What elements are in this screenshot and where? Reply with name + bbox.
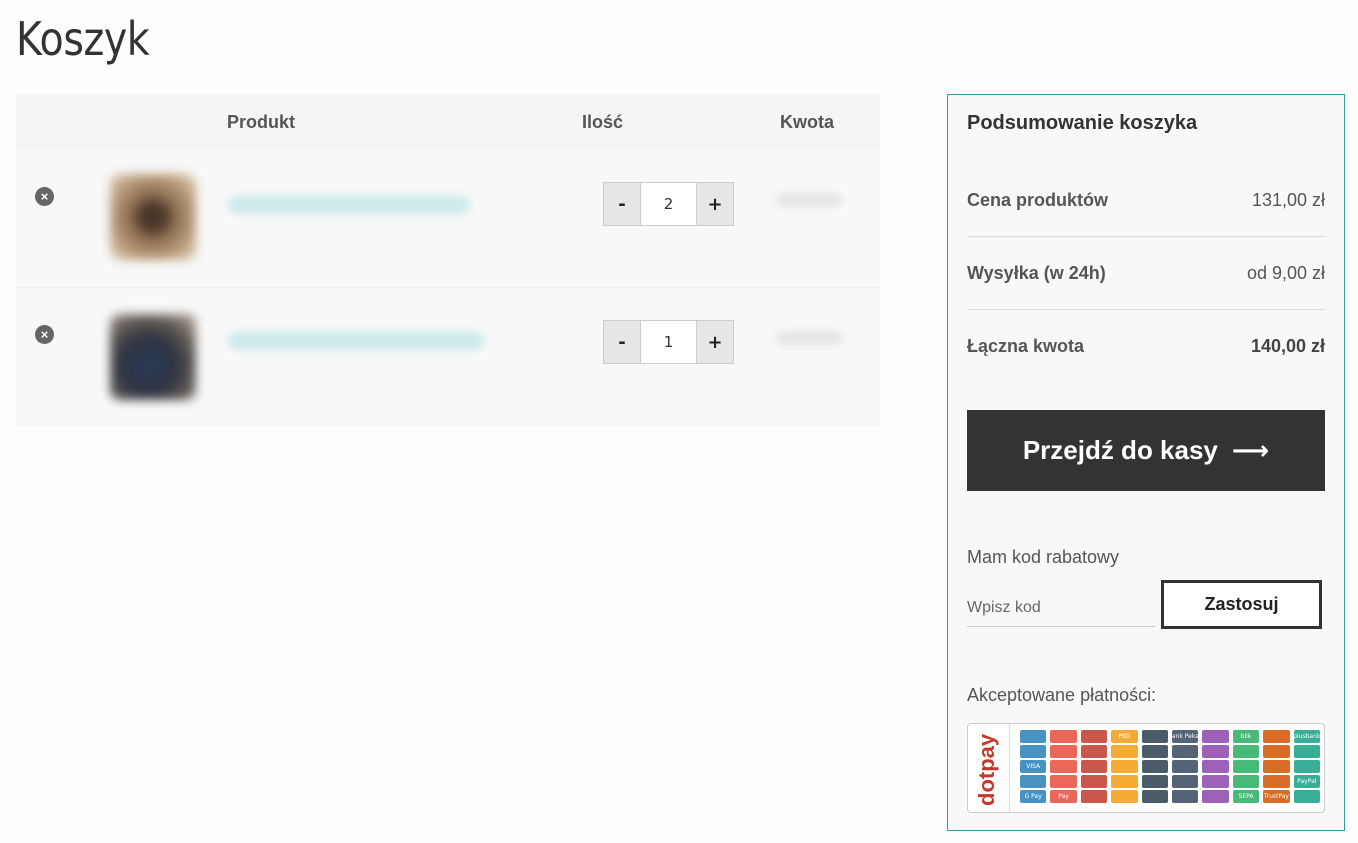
payment-logo: [1171, 790, 1199, 803]
coupon-label: Mam kod rabatowy: [967, 547, 1120, 567]
payment-logo: [1141, 760, 1168, 773]
payment-logo: [1050, 760, 1077, 773]
quantity-decrease-button[interactable]: -: [604, 183, 640, 225]
payment-logo: [1263, 775, 1290, 788]
quantity-increase-button[interactable]: +: [697, 183, 733, 225]
summary-label: Łączna kwota: [967, 336, 1085, 356]
item-amount: [776, 332, 842, 344]
quantity-stepper: - +: [603, 320, 734, 364]
payment-logo: [1080, 745, 1108, 758]
payment-logo: [1202, 760, 1229, 773]
summary-row-total: Łączna kwota 140,00 zł: [967, 310, 1325, 383]
payment-logo: [1020, 775, 1047, 788]
apply-coupon-button[interactable]: Zastosuj: [1161, 580, 1322, 629]
payment-logo: [1202, 775, 1229, 788]
quantity-decrease-button[interactable]: -: [604, 321, 640, 363]
payment-logo: TrustPay: [1263, 790, 1290, 803]
payment-logo: SEPA: [1232, 790, 1260, 803]
payment-logo: PayPal: [1293, 775, 1320, 788]
payment-logo: [1171, 775, 1199, 788]
payment-logo: blik: [1232, 730, 1260, 743]
payment-logo: [1080, 730, 1108, 743]
payment-logo: [1232, 745, 1260, 758]
payment-logo: PKO: [1111, 730, 1138, 743]
payment-logo: [1202, 790, 1229, 803]
payment-logo: plusbank: [1293, 730, 1320, 743]
payment-logo: [1141, 775, 1168, 788]
remove-item-icon[interactable]: ×: [35, 187, 54, 206]
payment-logo: [1263, 730, 1290, 743]
quantity-input[interactable]: [640, 321, 697, 363]
payment-logo: [1080, 760, 1108, 773]
payment-logo: [1202, 745, 1229, 758]
summary-value: 140,00 zł: [1250, 336, 1325, 356]
quantity-increase-button[interactable]: +: [697, 321, 733, 363]
payment-logo: Pay: [1050, 790, 1077, 803]
summary-row-products: Cena produktów 131,00 zł: [967, 164, 1325, 237]
payment-logo: [1293, 760, 1320, 773]
payment-logo: [1111, 760, 1138, 773]
payment-logo: [1141, 730, 1168, 743]
coupon-code-input[interactable]: [967, 589, 1155, 627]
summary-value: 131,00 zł: [1251, 189, 1325, 210]
quantity-stepper: - +: [603, 182, 734, 226]
payment-logo: [1293, 790, 1320, 803]
summary-value: od 9,00 zł: [1246, 262, 1325, 283]
summary-title: Podsumowanie koszyka: [967, 112, 1198, 134]
cart-summary-panel: Podsumowanie koszyka Cena produktów 131,…: [947, 94, 1345, 831]
payment-logo: [1232, 775, 1260, 788]
payment-logo: [1050, 745, 1077, 758]
summary-row-shipping: Wysyłka (w 24h) od 9,00 zł: [967, 237, 1325, 310]
payment-logo: [1080, 790, 1108, 803]
product-name-link[interactable]: [228, 332, 484, 350]
item-amount: [776, 194, 842, 206]
quantity-input[interactable]: [640, 183, 697, 225]
column-header-amount: Kwota: [780, 112, 834, 132]
page-title: Koszyk: [16, 12, 150, 66]
summary-label: Cena produktów: [967, 189, 1109, 210]
table-row: × - +: [16, 288, 880, 426]
payment-logo: [1111, 775, 1138, 788]
table-row: × - +: [16, 150, 880, 288]
summary-label: Wysyłka (w 24h): [967, 262, 1106, 283]
payment-logo: [1141, 745, 1168, 758]
product-name-link[interactable]: [228, 196, 470, 214]
accepted-payments-label: Akceptowane płatności:: [967, 685, 1157, 705]
payment-logo: [1020, 745, 1047, 758]
payment-logo: [1171, 745, 1199, 758]
payment-logo: [1050, 730, 1077, 743]
checkout-label: Przejdź do kasy: [1022, 435, 1218, 465]
payment-logos-grid: PKO Bank Pekao blik plusbank VISA PayPal G Pay…: [1020, 730, 1320, 806]
column-header-product: Produkt: [227, 112, 296, 132]
payment-logo: Bank Pekao: [1171, 730, 1199, 743]
cart-table-header: Produkt Ilość Kwota: [16, 94, 880, 150]
payment-logo: [1111, 790, 1138, 803]
remove-item-icon[interactable]: ×: [35, 325, 54, 344]
payment-logo: [1141, 790, 1168, 803]
payment-logo: [1293, 745, 1320, 758]
payment-logo: [1050, 775, 1077, 788]
dotpay-logo-text: dotpay: [974, 733, 999, 806]
payment-logo: [1263, 745, 1290, 758]
cart-table: Produkt Ilość Kwota × - + × - +: [16, 94, 880, 426]
payment-logo: [1080, 775, 1108, 788]
dotpay-logo: dotpay: [968, 724, 1010, 812]
payment-logo: [1111, 745, 1138, 758]
payment-logo: [1202, 730, 1229, 743]
payment-logo: G Pay: [1020, 790, 1047, 803]
column-header-quantity: Ilość: [582, 112, 624, 132]
payment-logo: [1232, 760, 1260, 773]
product-thumbnail[interactable]: [110, 174, 196, 260]
arrow-right-icon: ⟶: [1231, 435, 1270, 466]
payment-logo: VISA: [1020, 760, 1047, 773]
product-thumbnail[interactable]: [110, 314, 196, 400]
payment-methods-banner: dotpay PKOBank PekaoblikplusbankVISAPayP…: [967, 723, 1325, 813]
payment-logo: [1171, 760, 1199, 773]
payment-logo: [1020, 730, 1047, 743]
payment-logo: [1263, 760, 1290, 773]
checkout-button[interactable]: Przejdź do kasy ⟶: [967, 410, 1325, 491]
